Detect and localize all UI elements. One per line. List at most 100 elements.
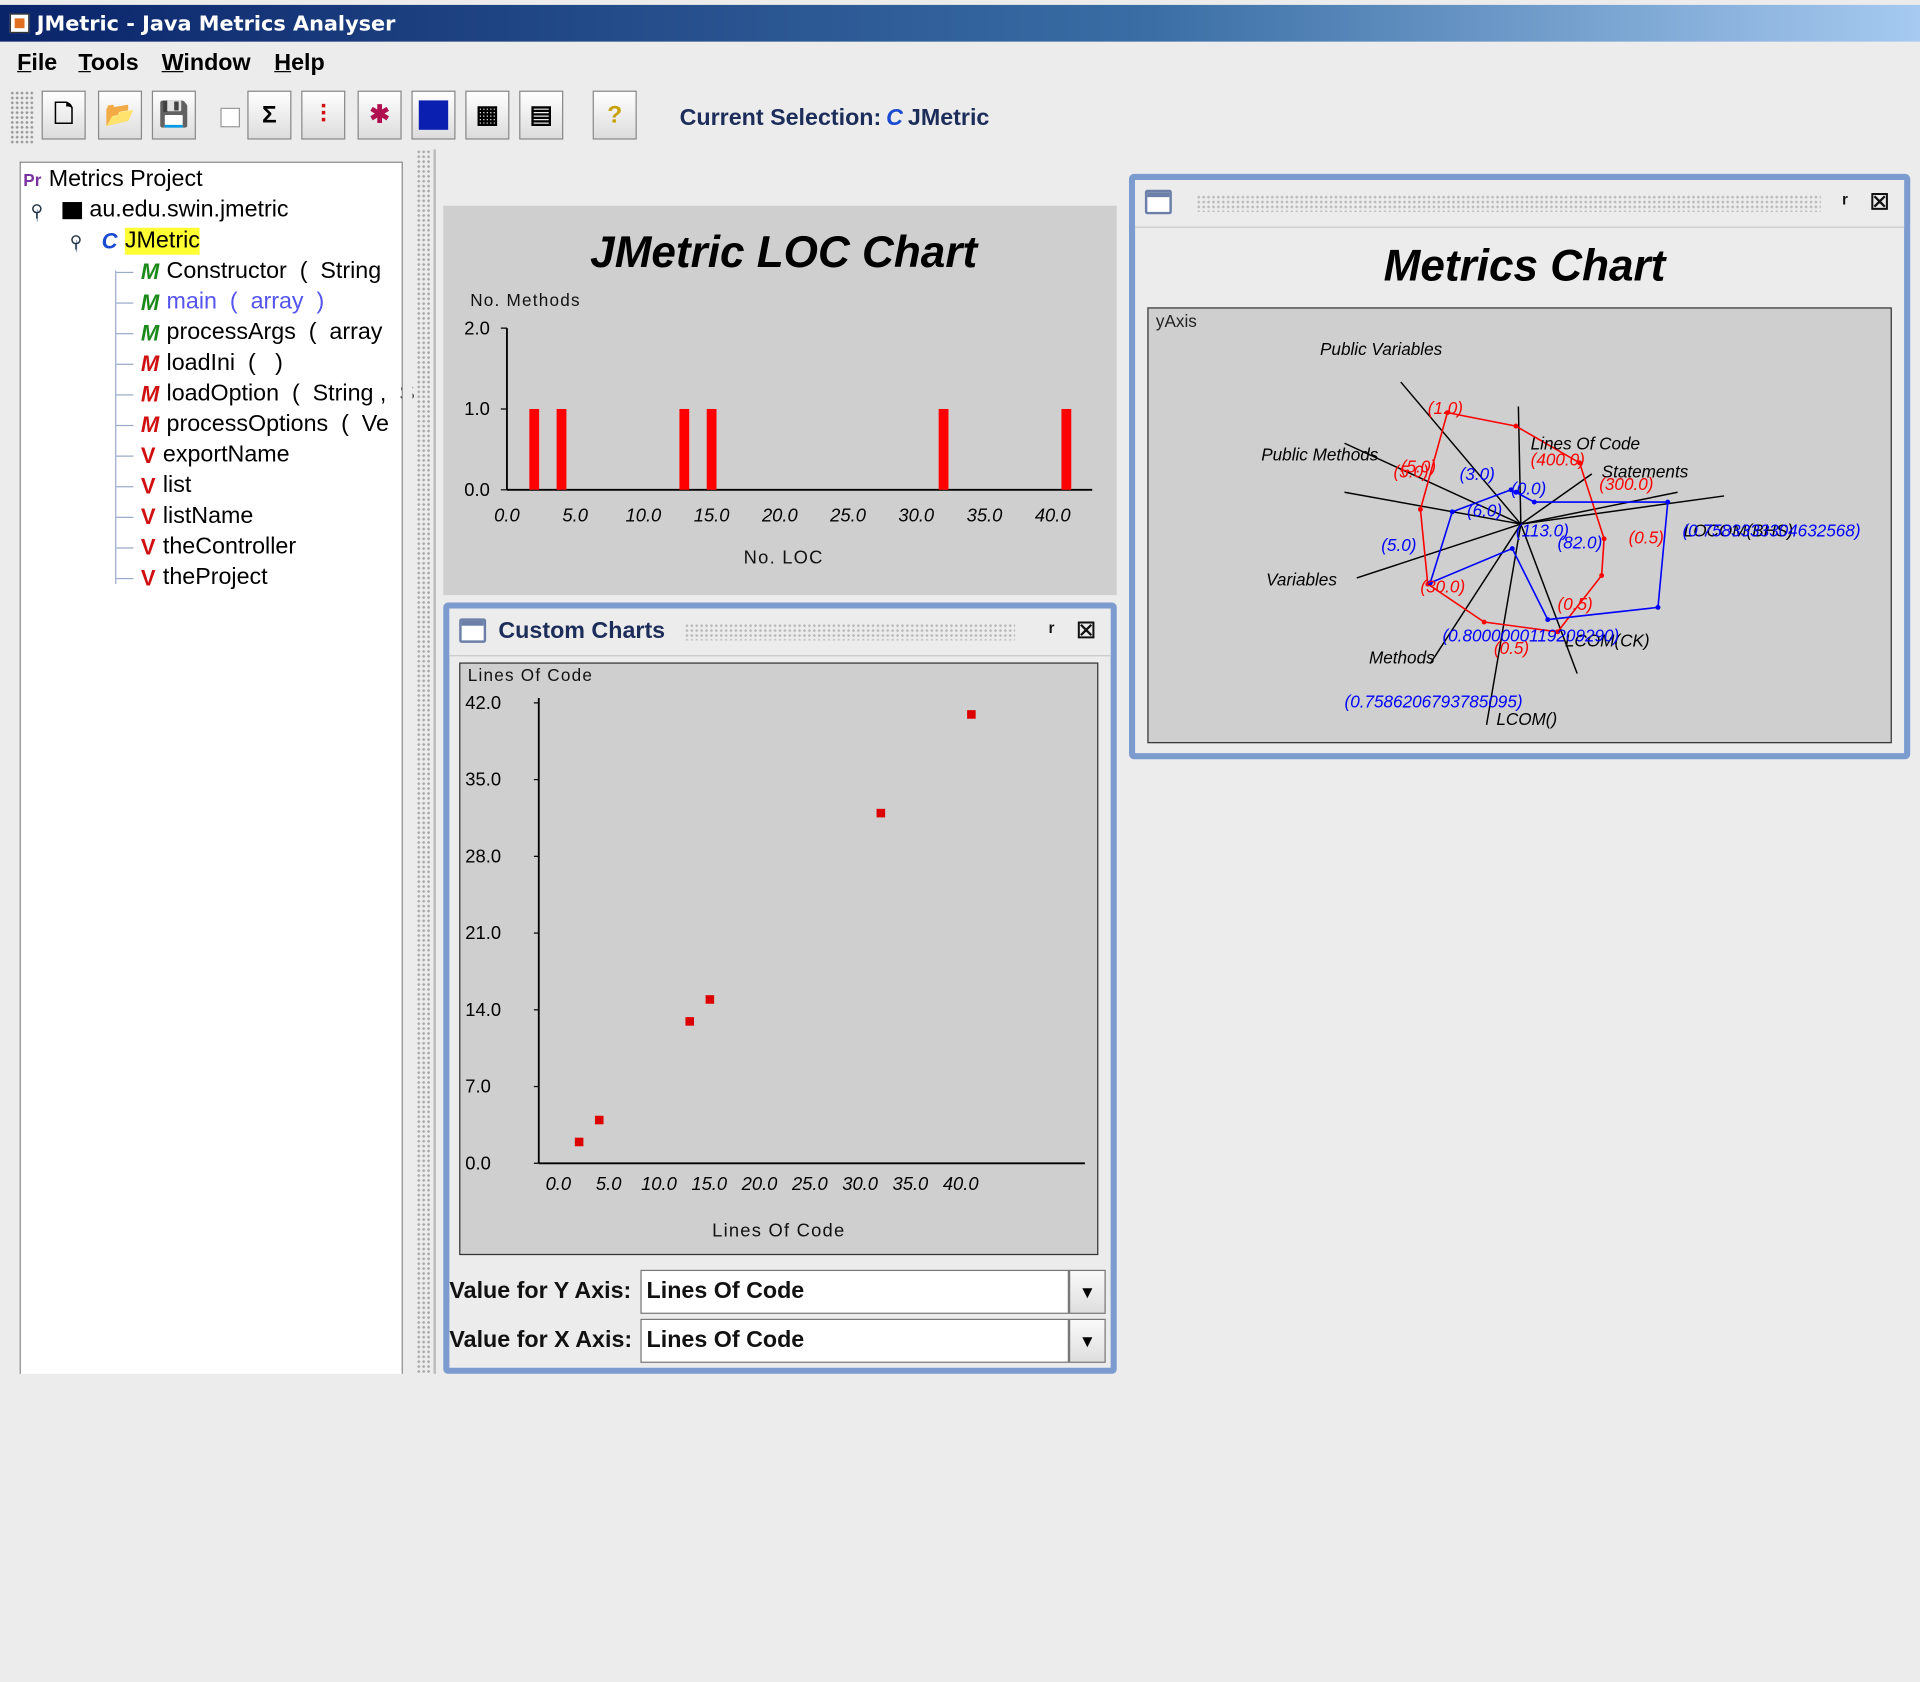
chart-title: JMetric LOC Chart xyxy=(590,228,979,277)
radar-axis-label: LCOM() xyxy=(1496,709,1557,729)
y-tick-label: 35.0 xyxy=(465,769,501,790)
y-axis-combo[interactable]: Lines Of Code xyxy=(640,1269,1069,1314)
sum-button[interactable]: Σ xyxy=(247,90,292,140)
y-tick-label: 28.0 xyxy=(465,845,501,866)
custom-charts-titlebar[interactable]: Custom Charts ʳ ☒ xyxy=(449,608,1111,657)
bar xyxy=(556,408,567,490)
tree-node-member[interactable]: MprocessOptions ( Ve xyxy=(116,410,389,439)
expand-handle-icon[interactable]: ⚲ xyxy=(70,231,83,252)
y-tick-label: 2.0 xyxy=(464,317,490,338)
radar-chart-button[interactable]: ✱ xyxy=(357,90,402,140)
radar-series-red-vertex xyxy=(1513,423,1519,429)
bar-chart-button[interactable]: ⫶ xyxy=(301,90,346,140)
method-icon: M xyxy=(140,381,160,406)
tree-node-label: theController xyxy=(162,533,297,560)
chevron-down-icon[interactable]: ▼ xyxy=(1068,1318,1106,1363)
radar-axis-label: Variables xyxy=(1266,569,1337,589)
help-button[interactable]: ? xyxy=(592,90,637,140)
title-bar: JMetric - Java Metrics Analyser xyxy=(0,4,1920,42)
table-button[interactable]: ▦ xyxy=(465,90,510,140)
x-tick-label: 40.0 xyxy=(1035,505,1072,526)
tree-node-member[interactable]: VtheController xyxy=(116,533,297,562)
variable-icon: V xyxy=(140,473,156,498)
tree-node-label: theProject xyxy=(162,564,268,591)
tree-node-member[interactable]: VtheProject xyxy=(116,563,268,592)
x-tick-label: 20.0 xyxy=(761,505,799,526)
toolbar-checkbox[interactable] xyxy=(220,107,241,128)
sum-icon: Σ xyxy=(262,101,277,129)
y-tick-label: 21.0 xyxy=(465,922,501,943)
chart-title: Metrics Chart xyxy=(1384,241,1668,290)
maximize-icon[interactable]: ☒ xyxy=(1865,187,1894,216)
y-tick-label: 0.0 xyxy=(464,479,490,500)
custom-scatter-chart: Lines Of Code 0.0 7.0 14.0 21.0 28.0 35.0 42.0 0… xyxy=(465,665,1085,1241)
tree-node-member[interactable]: VlistName xyxy=(116,502,253,531)
radar-axis-label: Public Variables xyxy=(1320,339,1443,359)
tree-node-project[interactable]: Pr Metrics Project xyxy=(23,165,202,194)
radar-axis-label: Methods xyxy=(1369,648,1435,668)
expand-handle-icon[interactable]: ⚲ xyxy=(31,201,44,222)
radar-value-label: (6.0) xyxy=(1467,501,1502,521)
metrics-chart-title-area: Metrics Chart xyxy=(1384,241,1668,290)
maximize-icon[interactable]: ☒ xyxy=(1071,616,1100,645)
tree-node-package[interactable]: au.edu.swin.jmetric xyxy=(62,196,289,225)
splitter-handle[interactable] xyxy=(416,149,432,1374)
minimize-icon[interactable]: ʳ xyxy=(1831,187,1860,216)
tree-node-member[interactable]: MloadIni ( ) xyxy=(116,349,283,378)
project-icon: Pr xyxy=(23,170,42,190)
minimize-icon[interactable]: ʳ xyxy=(1037,616,1066,645)
custom-chart-panel: Lines Of Code 0.0 7.0 14.0 21.0 28.0 35.0 42.0 0… xyxy=(459,662,1099,1256)
tree-node-class[interactable]: C JMetric xyxy=(102,227,200,256)
tree-node-member[interactable]: Vlist xyxy=(116,471,192,500)
new-file-button[interactable]: 🗋 xyxy=(41,90,86,140)
color-button[interactable] xyxy=(411,90,456,140)
x-tick-label: 25.0 xyxy=(829,505,867,526)
table-alt-button[interactable]: ▤ xyxy=(519,90,564,140)
tree-node-label: loadOption ( String , S xyxy=(166,380,415,407)
radar-value-label: (400.0) xyxy=(1531,449,1585,469)
radar-chart-icon: ✱ xyxy=(369,101,390,129)
tree-node-member[interactable]: MloadOption ( String , S xyxy=(116,380,415,409)
x-axis-title: No. LOC xyxy=(744,546,824,567)
x-tick-label: 5.0 xyxy=(596,1173,622,1194)
radar-value-label: (1.0) xyxy=(1428,398,1463,418)
tree-node-label: Metrics Project xyxy=(48,166,203,193)
metrics-radar-chart: yAxisPublic VariablesLines Of CodeStatem… xyxy=(1156,311,1861,729)
save-button[interactable]: 💾 xyxy=(151,90,196,140)
radar-value-label: (82.0) xyxy=(1558,533,1603,553)
radar-value-label: (0.7586206793785095) xyxy=(1345,692,1523,712)
class-icon: C xyxy=(101,228,118,253)
open-button[interactable]: 📂 xyxy=(97,90,143,140)
radar-series-blue-vertex xyxy=(1545,617,1551,623)
radar-value-label: (0.5) xyxy=(1558,594,1593,614)
x-tick-label: 35.0 xyxy=(893,1173,930,1194)
y-axis-title: No. Methods xyxy=(470,290,581,310)
tree-node-member[interactable]: Mmain ( array ) xyxy=(116,288,324,317)
tree-node-member[interactable]: MprocessArgs ( array xyxy=(116,318,383,347)
metrics-chart-titlebar[interactable]: ʳ ☒ xyxy=(1135,180,1905,228)
tree-node-label: list xyxy=(162,472,192,499)
radar-value-label: (0.0) xyxy=(1511,479,1546,499)
menu-window[interactable]: Window xyxy=(162,50,251,77)
y-axis-title: yAxis xyxy=(1156,311,1197,331)
tree-scrollbar[interactable] xyxy=(401,161,413,1374)
scatter-point xyxy=(967,710,976,719)
menu-help[interactable]: Help xyxy=(274,50,324,77)
save-disk-icon: 💾 xyxy=(158,101,190,129)
bar-chart-icon: ⫶ xyxy=(320,101,327,129)
tree-node-label: processArgs ( array xyxy=(166,319,383,346)
bar xyxy=(938,408,949,490)
new-file-icon: 🗋 xyxy=(53,101,74,129)
tree-node-member[interactable]: VexportName xyxy=(116,441,290,470)
radar-series-blue-vertex xyxy=(1509,546,1515,552)
custom-charts-title: Custom Charts xyxy=(498,618,666,645)
tree-node-member[interactable]: M Constructor ( String xyxy=(116,257,381,286)
toolbar-grip[interactable] xyxy=(9,90,35,145)
x-axis-combo[interactable]: Lines Of Code xyxy=(640,1318,1069,1363)
custom-charts-window: Custom Charts ʳ ☒ Lines Of Code 0.0 7.0 14.… xyxy=(443,602,1117,1374)
menu-tools[interactable]: Tools xyxy=(78,50,138,77)
current-selection-value: JMetric xyxy=(907,105,990,132)
menu-file[interactable]: File xyxy=(17,50,57,77)
chevron-down-icon[interactable]: ▼ xyxy=(1068,1269,1106,1314)
radar-value-label: (3.0) xyxy=(1460,464,1495,484)
